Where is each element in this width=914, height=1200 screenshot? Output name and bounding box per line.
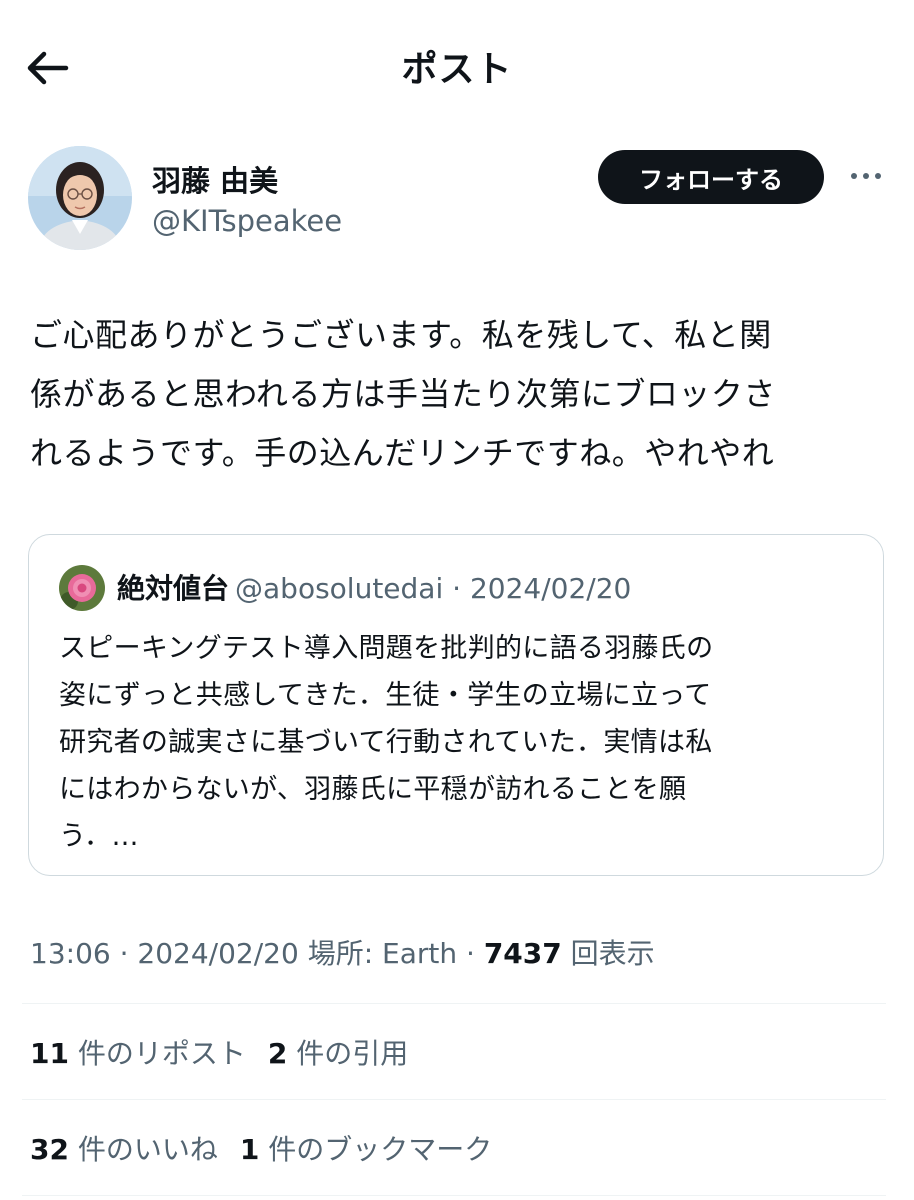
quoted-display-name: 絶対値台 — [117, 572, 230, 605]
divider — [22, 1195, 886, 1196]
post-date[interactable]: 2024/02/20 — [137, 937, 298, 970]
quoted-avatar[interactable] — [59, 565, 105, 611]
quoted-header: 絶対値台 @abosolutedai · 2024/02/20 — [117, 572, 632, 605]
reposts-stat[interactable]: 11 件のリポスト — [30, 1037, 246, 1070]
avatar[interactable] — [28, 146, 132, 250]
likes-label: 件のいいね — [77, 1133, 218, 1166]
quoted-post[interactable]: 絶対値台 @abosolutedai · 2024/02/20 スピーキングテスト… — [28, 534, 884, 876]
divider — [22, 1099, 886, 1100]
quotes-count: 2 — [267, 1037, 288, 1070]
quoted-handle: @abosolutedai — [235, 572, 444, 605]
likes-count: 32 — [30, 1133, 69, 1166]
display-name[interactable]: 羽藤 由美 — [152, 158, 278, 200]
bookmarks-label: 件のブックマーク — [268, 1133, 493, 1166]
likes-stat[interactable]: 32 件のいいね — [30, 1133, 218, 1166]
user-handle[interactable]: @KITspeakee — [152, 204, 342, 238]
author-row: 羽藤 由美 @KITspeakee フォローする — [28, 146, 888, 256]
views-label: 回表示 — [570, 937, 655, 970]
divider — [22, 1003, 886, 1004]
more-options-icon[interactable] — [846, 164, 886, 188]
post-text: ご心配ありがとうございます。私を残して、私と関 係があると思われる方は手当たり次… — [30, 316, 776, 472]
top-bar: ポスト — [0, 0, 914, 130]
post-meta: 13:06 · 2024/02/20 場所: Earth · 7437 回表示 — [30, 937, 655, 970]
reposts-count: 11 — [30, 1037, 69, 1070]
page-title: ポスト — [401, 49, 513, 90]
quotes-stat[interactable]: 2 件の引用 — [268, 1037, 408, 1070]
quotes-label: 件の引用 — [296, 1037, 409, 1070]
like-bookmark-stats: 32 件のいいね 1 件のブックマーク — [30, 1128, 514, 1168]
post-location: 場所: Earth — [307, 937, 458, 970]
follow-button[interactable]: フォローする — [598, 150, 824, 204]
views-count: 7437 — [483, 937, 562, 970]
bookmarks-stat[interactable]: 1 件のブックマーク — [240, 1133, 492, 1166]
bookmarks-count: 1 — [239, 1133, 260, 1166]
quoted-date: 2024/02/20 — [469, 572, 632, 605]
post-time[interactable]: 13:06 — [30, 937, 111, 970]
reposts-label: 件のリポスト — [77, 1037, 246, 1070]
repost-quote-stats: 11 件のリポスト 2 件の引用 — [30, 1032, 430, 1072]
quoted-text: スピーキングテスト導入問題を批判的に語る羽藤氏の 姿にずっと共感してきた．生徒・… — [59, 633, 714, 852]
